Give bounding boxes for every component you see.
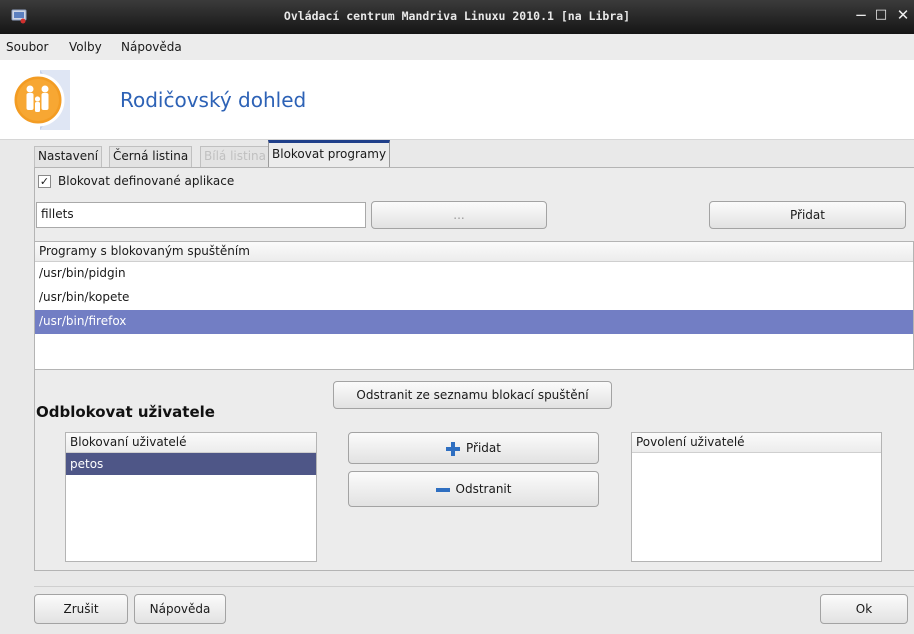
block-apps-checkbox-label[interactable]: Blokovat definované aplikace xyxy=(58,174,234,188)
list-item[interactable]: /usr/bin/kopete xyxy=(35,286,913,310)
window-titlebar: Ovládací centrum Mandriva Linuxu 2010.1 … xyxy=(0,0,914,34)
add-user-label: Přidat xyxy=(466,441,501,455)
cancel-button[interactable]: Zrušit xyxy=(34,594,128,624)
plus-icon xyxy=(446,441,461,456)
page-title: Rodičovský dohled xyxy=(120,88,307,112)
menu-napoveda[interactable]: Nápověda xyxy=(121,40,182,54)
minus-icon xyxy=(435,487,450,492)
window-title: Ovládací centrum Mandriva Linuxu 2010.1 … xyxy=(283,9,631,23)
blocked-programs-header[interactable]: Programy s blokovaným spuštěním xyxy=(35,242,913,262)
help-button[interactable]: Nápověda xyxy=(134,594,226,624)
block-apps-checkbox[interactable]: ✓ xyxy=(38,175,51,188)
browse-button[interactable]: ... xyxy=(371,201,547,229)
remove-from-blocklist-button[interactable]: Odstranit ze seznamu blokací spuštění xyxy=(333,381,612,409)
add-program-button[interactable]: Přidat xyxy=(709,201,906,229)
menu-soubor[interactable]: Soubor xyxy=(6,40,48,54)
parents-child-icon xyxy=(11,70,70,130)
blocked-users-list[interactable]: Blokovaní uživatelé petos xyxy=(65,432,317,562)
footer-divider xyxy=(34,586,914,587)
remove-user-button[interactable]: Odstranit xyxy=(348,471,599,507)
unblock-users-title: Odblokovat uživatele xyxy=(36,403,215,421)
allowed-users-header[interactable]: Povolení uživatelé xyxy=(632,433,881,453)
minimize-button[interactable]: − xyxy=(852,6,870,24)
program-path-input[interactable]: fillets xyxy=(36,202,366,228)
menu-volby[interactable]: Volby xyxy=(69,40,102,54)
ok-button[interactable]: Ok xyxy=(820,594,908,624)
allowed-users-list[interactable]: Povolení uživatelé xyxy=(631,432,882,562)
header-banner: Rodičovský dohled xyxy=(0,60,914,140)
tab-bila-listina: Bílá listina xyxy=(200,146,270,168)
list-item-selected[interactable]: petos xyxy=(66,453,316,475)
add-user-button[interactable]: Přidat xyxy=(348,432,599,464)
menu-bar: Soubor Volby Nápověda xyxy=(0,34,914,60)
close-button[interactable]: ✕ xyxy=(894,6,912,24)
list-item-selected[interactable]: /usr/bin/firefox xyxy=(35,310,913,334)
tab-blokovat-programy[interactable]: Blokovat programy xyxy=(268,140,391,168)
list-item[interactable]: /usr/bin/pidgin xyxy=(35,262,913,286)
tab-cerna-listina[interactable]: Černá listina xyxy=(109,146,193,168)
blocked-users-header[interactable]: Blokovaní uživatelé xyxy=(66,433,316,453)
remove-user-label: Odstranit xyxy=(455,482,512,496)
blocked-programs-list[interactable]: Programy s blokovaným spuštěním /usr/bin… xyxy=(34,241,914,370)
tab-nastaveni[interactable]: Nastavení xyxy=(34,146,103,168)
maximize-button[interactable]: □ xyxy=(872,6,890,24)
